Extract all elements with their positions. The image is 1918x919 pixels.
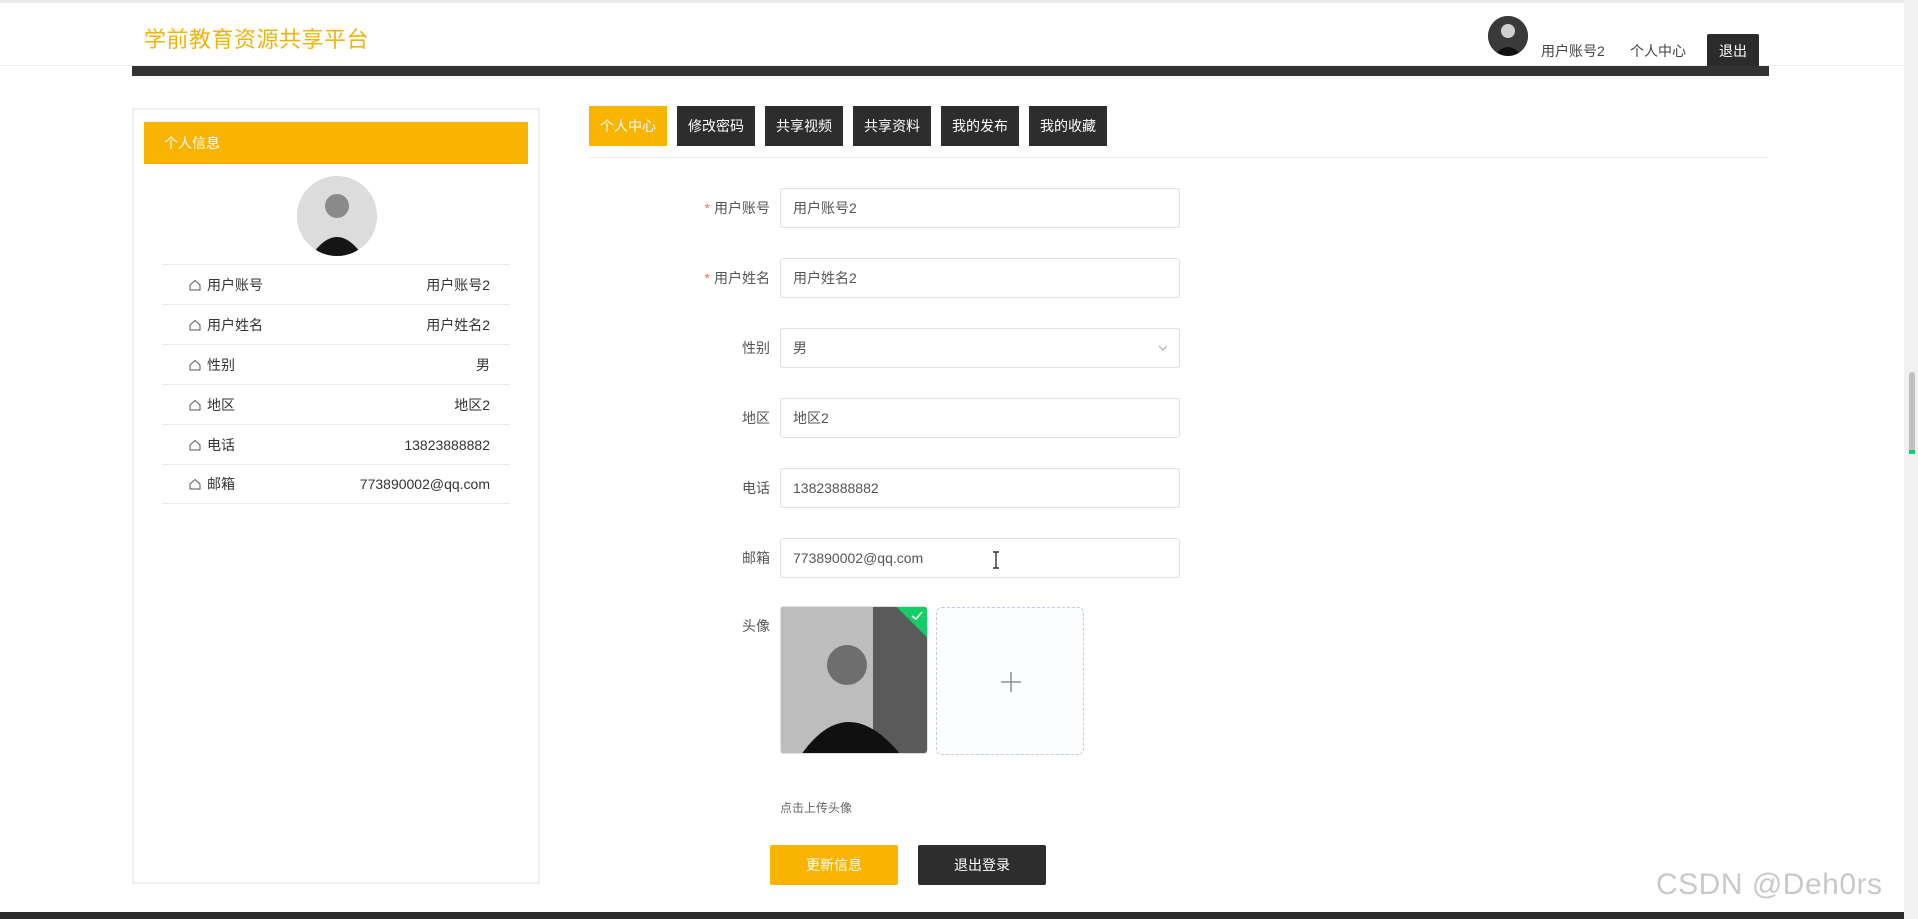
scrollbar-thumb[interactable]	[1909, 372, 1915, 454]
list-item: 用户账号 用户账号2	[162, 264, 510, 304]
form-row-name: * 用户姓名	[660, 258, 1180, 298]
info-value: 男	[476, 356, 490, 373]
info-value: 用户姓名2	[426, 316, 490, 333]
list-item: 性别 男	[162, 344, 510, 384]
header-username[interactable]: 用户账号2	[1541, 41, 1605, 61]
tab-shared-materials[interactable]: 共享资料	[853, 106, 931, 146]
region-label: 地区	[742, 410, 770, 426]
list-item: 地区 地区2	[162, 384, 510, 424]
watermark: CSDN @Deh0rs	[1656, 868, 1883, 901]
header-divider-band	[132, 66, 1769, 76]
tab-my-favorites[interactable]: 我的收藏	[1029, 106, 1107, 146]
sidebar-title: 个人信息	[144, 122, 528, 164]
email-input[interactable]	[780, 538, 1180, 578]
profile-sidebar: 个人信息 用户账号 用户账号2 用户姓名 用户姓名2 性别 男 地区 地区2 电…	[132, 108, 540, 884]
gender-label: 性别	[742, 340, 770, 356]
info-value: 773890002@qq.com	[359, 476, 490, 492]
upload-tip: 点击上传头像	[780, 801, 853, 815]
home-icon	[189, 319, 201, 330]
list-item: 邮箱 773890002@qq.com	[162, 464, 510, 504]
form-row-phone: 电话	[660, 468, 1180, 508]
check-icon	[911, 611, 923, 621]
tabs-divider	[589, 157, 1769, 158]
update-info-button[interactable]: 更新信息	[770, 845, 898, 885]
avatar-photo-icon	[1488, 16, 1528, 56]
home-icon	[189, 399, 201, 410]
plus-icon	[1001, 672, 1021, 692]
avatar-photo-icon	[781, 607, 927, 753]
header-personal-center-link[interactable]: 个人中心	[1630, 41, 1686, 61]
info-value: 13823888882	[404, 436, 490, 453]
region-input[interactable]	[780, 398, 1180, 438]
form-row-email: 邮箱	[660, 538, 1180, 578]
form-row-gender: 性别 男	[660, 328, 1180, 368]
required-mark: *	[704, 200, 710, 216]
bottom-strip	[0, 912, 1904, 919]
sidebar-avatar	[297, 176, 377, 256]
avatar-label: 头像	[742, 618, 770, 634]
avatar-upload-button[interactable]	[936, 607, 1084, 755]
profile-tabs: 个人中心 修改密码 共享视频 共享资料 我的发布 我的收藏	[589, 106, 1117, 146]
user-avatar[interactable]	[1488, 16, 1528, 56]
header-logout-button[interactable]: 退出	[1707, 34, 1759, 67]
phone-input[interactable]	[780, 468, 1180, 508]
account-label: * 用户账号	[704, 200, 770, 216]
home-icon	[189, 279, 201, 290]
info-label: 用户账号	[207, 276, 263, 293]
site-brand[interactable]: 学前教育资源共享平台	[144, 22, 369, 54]
home-icon	[189, 359, 201, 370]
list-item: 电话 13823888882	[162, 424, 510, 464]
info-value: 用户账号2	[426, 276, 490, 293]
home-icon	[189, 478, 201, 490]
email-label: 邮箱	[742, 550, 770, 566]
tab-shared-videos[interactable]: 共享视频	[765, 106, 843, 146]
required-mark: *	[704, 270, 710, 286]
list-item: 用户姓名 用户姓名2	[162, 304, 510, 344]
scrollbar-marker	[1909, 450, 1915, 454]
logout-button[interactable]: 退出登录	[918, 845, 1046, 885]
form-row-account: * 用户账号	[660, 188, 1180, 228]
name-input[interactable]	[780, 258, 1180, 298]
scrollbar-track[interactable]	[1904, 0, 1918, 919]
info-label: 用户姓名	[207, 316, 263, 333]
avatar-preview[interactable]	[780, 606, 928, 754]
name-label: * 用户姓名	[704, 270, 770, 286]
home-icon	[189, 439, 201, 450]
info-label: 性别	[207, 356, 235, 373]
chevron-down-icon	[1158, 345, 1168, 351]
gender-selected-value: 男	[793, 340, 807, 356]
avatar-photo-icon	[297, 176, 377, 256]
info-label: 电话	[207, 436, 235, 453]
gender-select[interactable]: 男	[780, 328, 1180, 368]
top-navbar: 学前教育资源共享平台 用户账号2 个人中心 退出	[0, 0, 1904, 67]
tab-my-posts[interactable]: 我的发布	[941, 106, 1019, 146]
info-label: 地区	[207, 396, 235, 413]
profile-info-list: 用户账号 用户账号2 用户姓名 用户姓名2 性别 男 地区 地区2 电话 138…	[162, 264, 510, 504]
account-input[interactable]	[780, 188, 1180, 228]
tab-change-password[interactable]: 修改密码	[677, 106, 755, 146]
tab-personal-center[interactable]: 个人中心	[589, 106, 667, 146]
form-row-region: 地区	[660, 398, 1180, 438]
info-value: 地区2	[454, 396, 490, 413]
text-cursor-icon	[993, 551, 999, 569]
phone-label: 电话	[742, 480, 770, 496]
info-label: 邮箱	[207, 476, 235, 492]
